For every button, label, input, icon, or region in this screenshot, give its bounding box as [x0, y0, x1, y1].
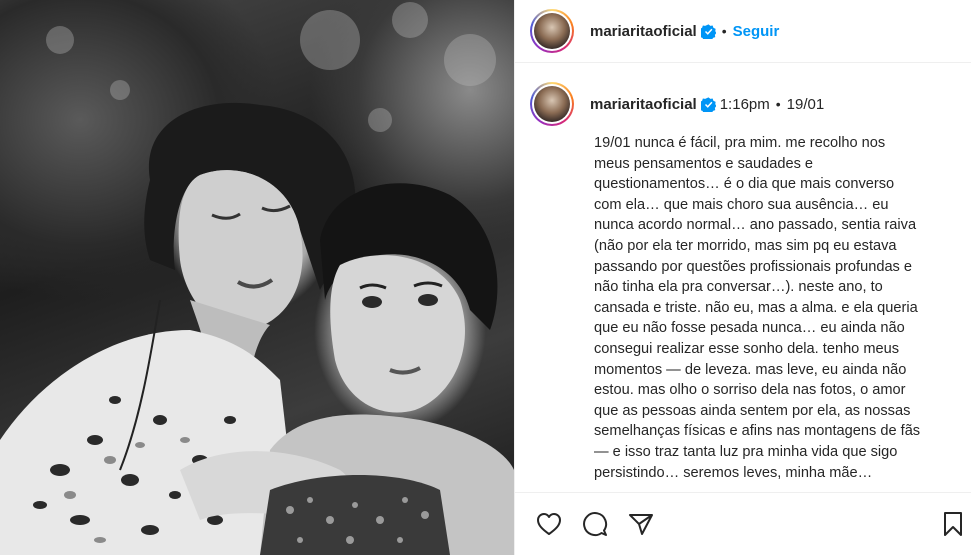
avatar-image — [534, 86, 570, 122]
send-icon — [629, 514, 653, 535]
comment-icon — [583, 512, 607, 536]
comment-button[interactable] — [581, 510, 609, 538]
post-date[interactable]: 19/01 — [787, 96, 825, 113]
avatar-image — [534, 13, 570, 49]
caption-header: mariaritaoficial 1:16pm • 19/01 — [515, 63, 971, 126]
action-bar — [515, 492, 971, 555]
caption-text: 19/01 nunca é fácil, pra mim. me recolho… — [594, 135, 921, 481]
caption-username[interactable]: mariaritaoficial — [590, 96, 697, 113]
share-button[interactable] — [627, 510, 655, 538]
post-photo[interactable] — [0, 0, 514, 555]
photo-illustration — [0, 2, 514, 555]
time-separator: • — [775, 96, 781, 112]
header-username[interactable]: mariaritaoficial — [590, 23, 697, 40]
post-side-panel: mariaritaoficial • Seguir mariaritaofici… — [514, 0, 971, 555]
bookmark-icon — [944, 512, 962, 536]
profile-avatar[interactable] — [530, 9, 574, 53]
like-button[interactable] — [535, 510, 563, 538]
post-header: mariaritaoficial • Seguir — [515, 0, 971, 63]
post-time[interactable]: 1:16pm — [720, 96, 770, 113]
save-button[interactable] — [939, 510, 967, 538]
caption-area[interactable]: mariaritaoficial 1:16pm • 19/01 19/01 nu… — [515, 63, 971, 492]
verified-badge-icon — [700, 96, 716, 112]
follow-button[interactable]: Seguir — [733, 23, 780, 40]
caption-avatar[interactable] — [530, 82, 574, 126]
header-separator: • — [721, 23, 727, 39]
verified-badge-icon — [700, 23, 716, 39]
heart-icon — [537, 513, 561, 535]
